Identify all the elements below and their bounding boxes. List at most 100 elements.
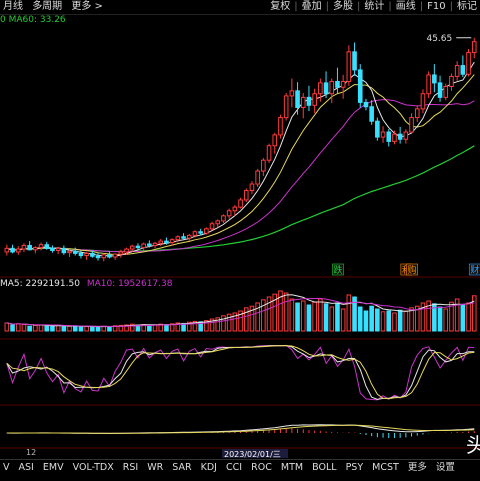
volume-bar	[392, 312, 397, 332]
candle-body	[107, 254, 112, 258]
toolbar-item-statistics[interactable]: 统计	[361, 0, 387, 14]
volume-bar	[466, 302, 471, 332]
candle-body	[323, 82, 329, 95]
tab-psy[interactable]: PSY	[343, 460, 367, 475]
tab-v[interactable]: V	[0, 460, 13, 475]
volume-bar	[50, 325, 55, 332]
volume-bar	[107, 326, 112, 332]
candle-body	[44, 244, 50, 249]
candle-body	[426, 74, 431, 95]
tab-more[interactable]: 更多	[405, 460, 430, 475]
volume-bar	[61, 326, 67, 332]
candle-body	[169, 239, 175, 244]
event-marker-label: 购	[408, 264, 417, 276]
tab-emv[interactable]: EMV	[40, 460, 67, 475]
candle-body	[135, 245, 141, 249]
candle-body	[283, 95, 289, 119]
ma-legend-prefix: 0	[0, 15, 6, 25]
ma-legend: 0 MA60: 33.26	[0, 14, 66, 26]
candle-body	[204, 228, 209, 234]
candle-body	[198, 231, 203, 234]
toolbar-item-multi-stock[interactable]: 多股	[330, 0, 356, 14]
candle-body	[380, 131, 386, 138]
volume-bar	[221, 315, 226, 332]
tab-roc[interactable]: ROC	[248, 460, 275, 475]
tab-rsi[interactable]: RSI	[120, 460, 141, 475]
kline-chart[interactable]: 45.65跌利购财122023/02/01/三头指标B	[0, 0, 480, 459]
event-marker-label: 财	[470, 264, 479, 276]
toolbar-item-f10[interactable]: F10	[424, 0, 448, 14]
candle-body	[118, 251, 124, 255]
tab-asi[interactable]: ASI	[16, 460, 37, 475]
candle-body	[375, 120, 380, 138]
toolbar-item-monthly[interactable]: 月线	[0, 0, 26, 14]
candle-body	[369, 106, 374, 122]
candle-body	[409, 117, 414, 133]
tab-kdj[interactable]: KDJ	[198, 460, 220, 475]
candle-body	[101, 254, 107, 259]
candle-body	[95, 255, 101, 259]
volume-bar	[386, 310, 392, 332]
toolbar-item-mark[interactable]: 标记	[454, 0, 480, 14]
candle-body	[152, 242, 158, 246]
candle-body	[329, 80, 335, 95]
volume-bar	[289, 298, 295, 332]
tab-vol-tdx[interactable]: VOL-TDX	[70, 460, 117, 475]
volume-bar	[78, 326, 84, 332]
date-label: 2023/02/01/三	[224, 450, 281, 459]
toolbar-item-overlay[interactable]: 叠加	[299, 0, 325, 14]
candle-body	[363, 101, 369, 108]
volume-legend: MA5: 2292191.50 MA10: 1952617.38	[0, 278, 172, 290]
candle-body	[289, 90, 295, 97]
vol-ma10-value: MA10: 1952617.38	[86, 279, 173, 289]
tab-wr[interactable]: WR	[144, 460, 166, 475]
candle-body	[50, 247, 55, 251]
ma20-line	[6, 99, 475, 253]
tab-settings[interactable]: 设置	[433, 460, 458, 475]
tab-sar[interactable]: SAR	[169, 460, 194, 475]
event-marker-label: 跌	[333, 265, 342, 276]
toolbar-item-draw[interactable]: 画线	[393, 0, 419, 14]
volume-bar	[4, 322, 10, 332]
candle-body	[437, 82, 443, 98]
candle-body	[466, 52, 471, 75]
candle-body	[312, 93, 317, 106]
candle-body	[209, 223, 215, 230]
candle-body	[443, 86, 449, 98]
tab-cci[interactable]: CCI	[223, 460, 245, 475]
candle-body	[181, 236, 186, 239]
volume-bar	[300, 300, 306, 332]
toolbar-item-adjust[interactable]: 复权	[267, 0, 293, 14]
volume-bar	[443, 308, 449, 332]
volume-bar	[357, 306, 363, 332]
candle-body	[158, 240, 164, 244]
tab-boll[interactable]: BOLL	[309, 460, 339, 475]
candle-body	[90, 252, 95, 257]
volume-bar	[243, 307, 249, 332]
candle-body	[232, 206, 238, 212]
candle-body	[300, 96, 306, 108]
tab-mtm[interactable]: MTM	[278, 460, 306, 475]
volume-bar	[318, 298, 323, 332]
candle-body	[175, 236, 181, 241]
tab-mcst[interactable]: MCST	[369, 460, 402, 475]
toolbar-item-multi-period[interactable]: 多周期	[29, 0, 65, 14]
toolbar-item-more[interactable]: 更多 >	[68, 0, 106, 14]
volume-bar	[90, 326, 95, 332]
candle-body	[306, 96, 312, 106]
candle-body	[112, 253, 118, 258]
candle-body	[295, 90, 300, 108]
volume-bar	[38, 324, 44, 332]
candle-body	[420, 93, 426, 110]
candle-body	[192, 231, 198, 236]
candle-body	[221, 215, 226, 222]
volume-bar	[147, 324, 152, 332]
candle-body	[141, 243, 146, 249]
volume-bar	[283, 292, 289, 332]
volume-bar	[403, 310, 409, 332]
top-toolbar: 月线 多周期 更多 > 复权 | 叠加 | 多股 | 统计 | 画线 | F10 | 标记	[0, 0, 480, 15]
volume-bar	[346, 294, 352, 332]
candle-body	[318, 82, 323, 95]
candle-body	[243, 190, 249, 201]
candle-body	[386, 131, 392, 142]
